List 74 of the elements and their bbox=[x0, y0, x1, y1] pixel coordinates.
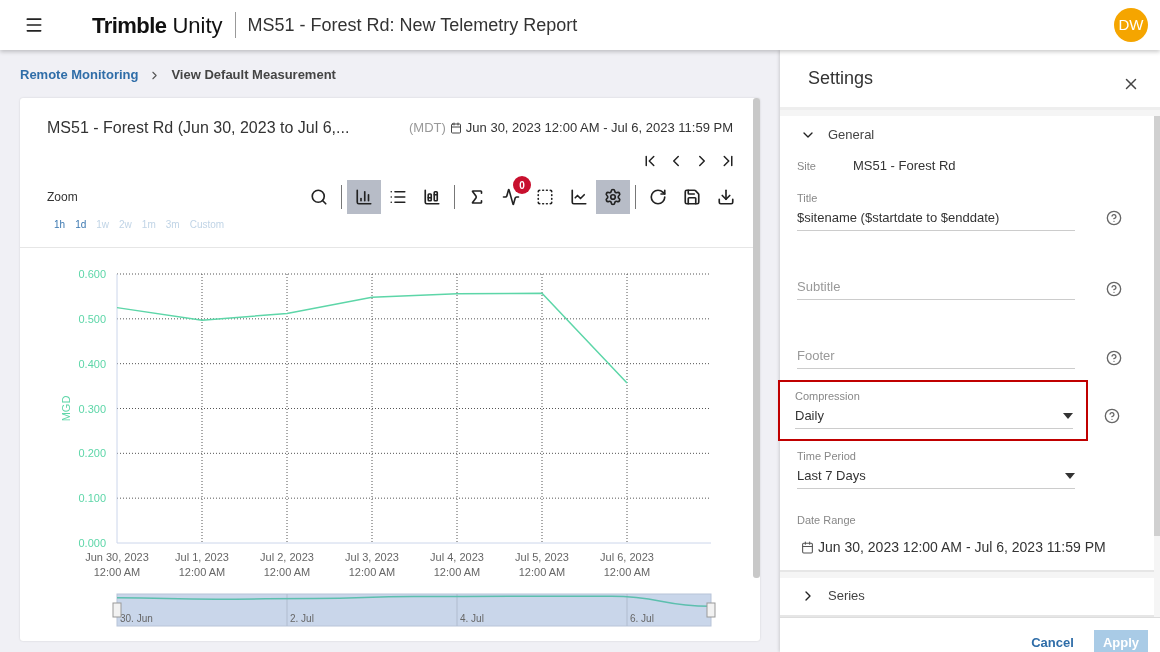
select-field[interactable]: Last 7 Days bbox=[797, 463, 1075, 489]
x-tick-label: Jul 2, 2023 12:00 AM bbox=[260, 551, 314, 578]
scrollbar[interactable] bbox=[753, 98, 760, 578]
menu-icon bbox=[24, 15, 44, 35]
text-field[interactable]: Footer bbox=[797, 343, 1075, 369]
settings-button[interactable] bbox=[596, 180, 630, 214]
cancel-button[interactable]: Cancel bbox=[1031, 633, 1074, 652]
help-icon[interactable] bbox=[1106, 349, 1122, 366]
navigator-label: 6. Jul bbox=[630, 613, 654, 624]
calendar-icon bbox=[449, 122, 462, 134]
navigator-track[interactable] bbox=[116, 593, 712, 627]
line-chart-icon bbox=[570, 188, 588, 206]
logo: Trimble Unity bbox=[92, 11, 223, 40]
navigator-label: 30. Jun bbox=[120, 613, 153, 624]
settings-icon bbox=[604, 188, 622, 206]
bar-chart-icon bbox=[355, 188, 373, 206]
y-axis-title: MGD bbox=[60, 395, 72, 422]
dropdown-caret-icon bbox=[1063, 412, 1073, 419]
pulse-icon bbox=[502, 188, 520, 206]
panel-title: Settings bbox=[808, 67, 874, 90]
zoom-label: Zoom bbox=[47, 189, 79, 206]
y-tick-label: 0.300 bbox=[78, 402, 106, 415]
help-icon[interactable] bbox=[1106, 209, 1122, 226]
section-header[interactable]: Series bbox=[780, 577, 865, 615]
navigator-handle[interactable] bbox=[706, 602, 716, 618]
dropdown-caret-icon bbox=[1065, 472, 1075, 479]
date-range: Jun 30, 2023 12:00 AM - Jul 6, 2023 11:59 PM bbox=[465, 119, 733, 138]
x-tick-label: Jul 6, 2023 12:00 AM bbox=[600, 551, 654, 578]
zoom-option[interactable]: 1h bbox=[54, 217, 66, 232]
x-tick-label: Jul 4, 2023 12:00 AM bbox=[430, 551, 484, 578]
section-header[interactable]: General bbox=[780, 116, 875, 153]
navigator-label: 2. Jul bbox=[290, 613, 314, 624]
y-tick-label: 0.200 bbox=[78, 447, 106, 460]
chart-title: MS51 - Forest Rd (Jun 30, 2023 to Jul 6,... bbox=[47, 118, 350, 138]
text-field[interactable]: $sitename ($startdate to $enddate) bbox=[797, 205, 1075, 231]
calendar-icon bbox=[801, 540, 814, 554]
field-label: Compression bbox=[795, 389, 861, 403]
y-tick-label: 0.500 bbox=[78, 312, 106, 325]
field-label: Time Period bbox=[797, 449, 857, 463]
y-tick-label: 0.000 bbox=[78, 537, 106, 549]
scrollbar[interactable] bbox=[1154, 116, 1160, 536]
text-field[interactable]: Subtitle bbox=[797, 274, 1075, 300]
breadcrumb-current: View Default Measurement bbox=[171, 66, 336, 85]
field-label: Date Range bbox=[797, 513, 857, 528]
navigator-label: 4. Jul bbox=[460, 613, 484, 624]
bar-chart-button[interactable] bbox=[347, 180, 381, 214]
x-tick-label: Jul 1, 2023 12:00 AM bbox=[175, 551, 229, 578]
menu-button[interactable] bbox=[24, 15, 44, 35]
search-icon bbox=[310, 188, 328, 206]
zoom-option[interactable]: 1d bbox=[75, 217, 87, 232]
y-tick-label: 0.100 bbox=[78, 492, 106, 505]
help-icon[interactable] bbox=[1104, 407, 1120, 424]
field-label: Site bbox=[797, 158, 817, 174]
x-tick-label: Jul 3, 2023 12:00 AM bbox=[345, 551, 399, 578]
x-tick-label: Jul 5, 2023 12:00 AM bbox=[515, 551, 569, 578]
y-tick-label: 0.400 bbox=[78, 357, 106, 370]
dashed-square-icon bbox=[536, 188, 554, 206]
x-tick-label: Jun 30, 2023 12:00 AM bbox=[85, 551, 149, 578]
select-field[interactable]: Daily bbox=[795, 403, 1073, 429]
stacked-bar-chart-icon bbox=[423, 188, 441, 206]
report-title: MS51 - Forest Rd: New Telemetry Report bbox=[247, 13, 578, 37]
download-icon bbox=[717, 188, 735, 206]
y-tick-label: 0.600 bbox=[78, 268, 106, 280]
save-icon bbox=[683, 188, 701, 206]
date-range-value[interactable]: Jun 30, 2023 12:00 AM - Jul 6, 2023 11:59 PM bbox=[818, 536, 1106, 558]
list-icon bbox=[389, 188, 407, 206]
breadcrumb-link[interactable]: Remote Monitoring bbox=[20, 65, 139, 85]
notification-badge: 0 bbox=[513, 176, 531, 194]
site-value: MS51 - Forest Rd bbox=[853, 157, 956, 176]
field-label: Title bbox=[797, 191, 819, 205]
navigator-handle[interactable] bbox=[112, 602, 122, 618]
timezone-label: (MDT) bbox=[409, 119, 446, 138]
refresh-icon bbox=[649, 188, 667, 206]
help-icon[interactable] bbox=[1106, 280, 1122, 297]
